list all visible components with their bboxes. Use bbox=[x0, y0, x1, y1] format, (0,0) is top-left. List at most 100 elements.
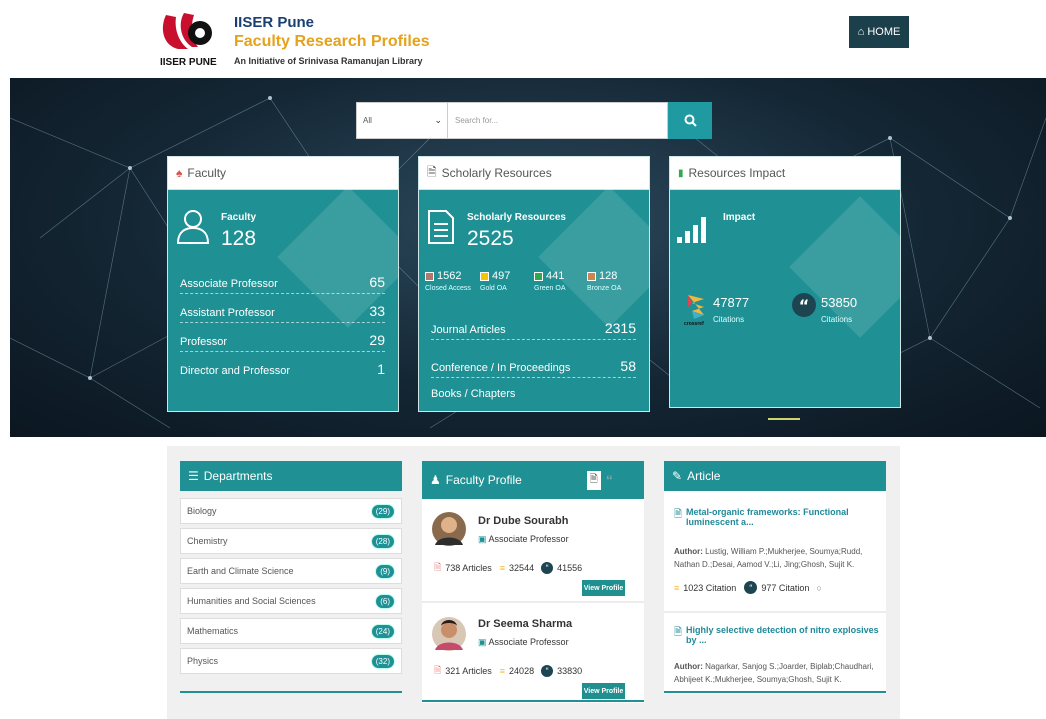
gold-oa-swatch bbox=[480, 271, 489, 281]
article-citations: ≡ 1023 Citation “ 977 Citation ○ bbox=[674, 581, 822, 594]
impact-card-header: ▮ Resources Impact bbox=[670, 157, 900, 190]
quote-icon: “ bbox=[744, 581, 758, 594]
scholarly-count: 2525 bbox=[467, 227, 514, 250]
faculty-row-director[interactable]: Director and Professor 1 bbox=[180, 361, 385, 380]
brand-title: Faculty Research Profiles bbox=[234, 33, 430, 50]
faculty-name[interactable]: Dr Seema Sharma bbox=[478, 618, 572, 630]
scholarly-card-title: Scholarly Resources bbox=[467, 212, 566, 223]
oa-green[interactable]: 441 Green OA bbox=[534, 270, 566, 292]
oa-closed-access[interactable]: 1562 Closed Access bbox=[425, 270, 471, 292]
pdf-icon: 🗎 bbox=[434, 665, 442, 675]
document-icon: 🗎 bbox=[427, 164, 437, 179]
conference-row[interactable]: Conference / In Proceedings 58 bbox=[431, 350, 636, 378]
crossref-icon: ≡ bbox=[499, 666, 506, 676]
quote-icon: “ bbox=[792, 293, 816, 317]
scholarly-card-header: 🗎 Scholarly Resources bbox=[419, 157, 649, 190]
books-chapters-row[interactable]: Books / Chapters bbox=[431, 388, 636, 403]
crossref-icon: ≡ bbox=[499, 563, 506, 573]
divider bbox=[664, 611, 886, 613]
crossref-citations-value: 47877 bbox=[713, 295, 750, 310]
article-panel: ✎ Article 🗎 Metal-organic frameworks: Fu… bbox=[664, 461, 886, 694]
department-item-biology[interactable]: Biology (29) bbox=[180, 498, 402, 524]
list-icon: ☰ bbox=[188, 469, 199, 483]
iiser-logo[interactable]: IISER PUNE bbox=[158, 9, 218, 67]
search-button[interactable] bbox=[668, 102, 712, 139]
article-title[interactable]: Highly selective detection of nitro expl… bbox=[686, 625, 879, 645]
pdf-icon: 🗎 bbox=[434, 562, 442, 572]
department-count-badge: (28) bbox=[370, 534, 395, 549]
department-item-chemistry[interactable]: Chemistry (28) bbox=[180, 528, 402, 554]
crossref-icon: ≡ bbox=[674, 582, 680, 593]
faculty-name[interactable]: Dr Dube Sourabh bbox=[478, 515, 568, 527]
oa-gold[interactable]: 497 Gold OA bbox=[480, 270, 510, 292]
closed-access-swatch bbox=[425, 271, 434, 281]
carousel-indicator[interactable] bbox=[768, 418, 800, 420]
signal-bars-icon: ▮ bbox=[678, 167, 684, 179]
faculty-row-professor[interactable]: Professor 29 bbox=[180, 332, 385, 352]
departments-panel: ☰ Departments Biology (29) Chemistry (28… bbox=[180, 461, 402, 694]
search-bar: All ⌄ Search for... bbox=[356, 102, 712, 139]
user-icon: ♟ bbox=[430, 473, 441, 487]
faculty-row-assistant[interactable]: Assistant Professor 33 bbox=[180, 303, 385, 323]
faculty-stats: 🗎 738 Articles ≡ 32544 “ 41556 bbox=[434, 560, 582, 576]
faculty-card-header: ♠ Faculty bbox=[168, 157, 398, 190]
edit-icon: ✎ bbox=[672, 469, 683, 483]
search-category-select[interactable]: All ⌄ bbox=[356, 102, 448, 139]
department-count-badge: (29) bbox=[370, 504, 395, 519]
divider bbox=[422, 700, 644, 702]
bronze-oa-swatch bbox=[587, 271, 596, 281]
article-item[interactable]: 🗎 Metal-organic frameworks: Functional l… bbox=[674, 507, 874, 527]
svg-text:“: “ bbox=[799, 296, 810, 315]
article-authors: Author: Nagarkar, Sanjog S.;Joarder, Bip… bbox=[674, 662, 874, 684]
article-title[interactable]: Metal-organic frameworks: Functional lum… bbox=[686, 507, 874, 527]
document-tab-icon[interactable]: 🗎 bbox=[586, 470, 601, 490]
article-header: ✎ Article bbox=[664, 461, 886, 491]
department-item-humanities[interactable]: Humanities and Social Sciences (6) bbox=[180, 588, 402, 614]
faculty-card-title: Faculty bbox=[221, 212, 257, 223]
faculty-user-icon bbox=[176, 210, 210, 244]
home-button[interactable]: ⌂ HOME bbox=[849, 16, 909, 48]
department-item-physics[interactable]: Physics (32) bbox=[180, 648, 402, 674]
quote-icon: “ bbox=[541, 562, 554, 574]
green-oa-swatch bbox=[534, 271, 543, 281]
crossref-citations-label: Citations bbox=[713, 315, 745, 324]
document-icon: 🗎 bbox=[674, 627, 683, 638]
search-icon bbox=[684, 114, 697, 127]
article-item[interactable]: 🗎 Highly selective detection of nitro ex… bbox=[674, 625, 879, 645]
department-count-badge: (32) bbox=[370, 654, 395, 669]
unlock-icon: ○ bbox=[816, 582, 822, 593]
faculty-role: ▣ Associate Professor bbox=[478, 534, 569, 544]
avatar[interactable] bbox=[432, 509, 466, 549]
view-profile-button[interactable]: View Profile bbox=[582, 683, 625, 699]
impact-bars-icon bbox=[677, 217, 706, 243]
department-item-mathematics[interactable]: Mathematics (24) bbox=[180, 618, 402, 644]
site-header: IISER PUNE IISER Pune Faculty Research P… bbox=[0, 0, 1046, 78]
briefcase-icon: ▣ bbox=[478, 637, 487, 647]
faculty-count: 128 bbox=[221, 227, 257, 250]
faculty-profile-header: ♟ Faculty Profile 🗎 “ bbox=[422, 461, 644, 499]
oa-bronze[interactable]: 128 Bronze OA bbox=[587, 270, 621, 292]
chevron-down-icon: ⌄ bbox=[434, 115, 442, 125]
article-authors: Author: Lustig, William P.;Mukherjee, So… bbox=[674, 547, 863, 569]
faculty-role: ▣ Associate Professor bbox=[478, 637, 569, 647]
scholarly-resources-card: 🗎 Scholarly Resources Scholarly Resource… bbox=[418, 156, 650, 412]
divider bbox=[180, 691, 402, 693]
department-item-earth-climate[interactable]: Earth and Climate Science (9) bbox=[180, 558, 402, 584]
scholar-citations-value: 53850 bbox=[821, 295, 858, 310]
journal-articles-row[interactable]: Journal Articles 2315 bbox=[431, 312, 636, 340]
view-profile-button[interactable]: View Profile bbox=[582, 580, 625, 596]
crossref-icon: crossref bbox=[684, 295, 704, 327]
document-large-icon bbox=[428, 210, 454, 244]
departments-header: ☰ Departments bbox=[180, 461, 402, 491]
department-count-badge: (9) bbox=[375, 564, 395, 579]
avatar[interactable] bbox=[432, 614, 466, 654]
faculty-row-associate[interactable]: Associate Professor 65 bbox=[180, 274, 385, 294]
divider bbox=[664, 691, 886, 693]
faculty-profile-panel: ♟ Faculty Profile 🗎 “ Dr Dube Sourabh ▣ … bbox=[422, 461, 644, 703]
divider bbox=[422, 601, 644, 603]
quote-icon: “ bbox=[541, 665, 554, 677]
search-input[interactable]: Search for... bbox=[448, 102, 668, 139]
document-icon: 🗎 bbox=[674, 509, 683, 520]
quote-tab-icon[interactable]: “ bbox=[606, 472, 613, 488]
brand-subtitle: An Initiative of Srinivasa Ramanujan Lib… bbox=[234, 56, 423, 66]
